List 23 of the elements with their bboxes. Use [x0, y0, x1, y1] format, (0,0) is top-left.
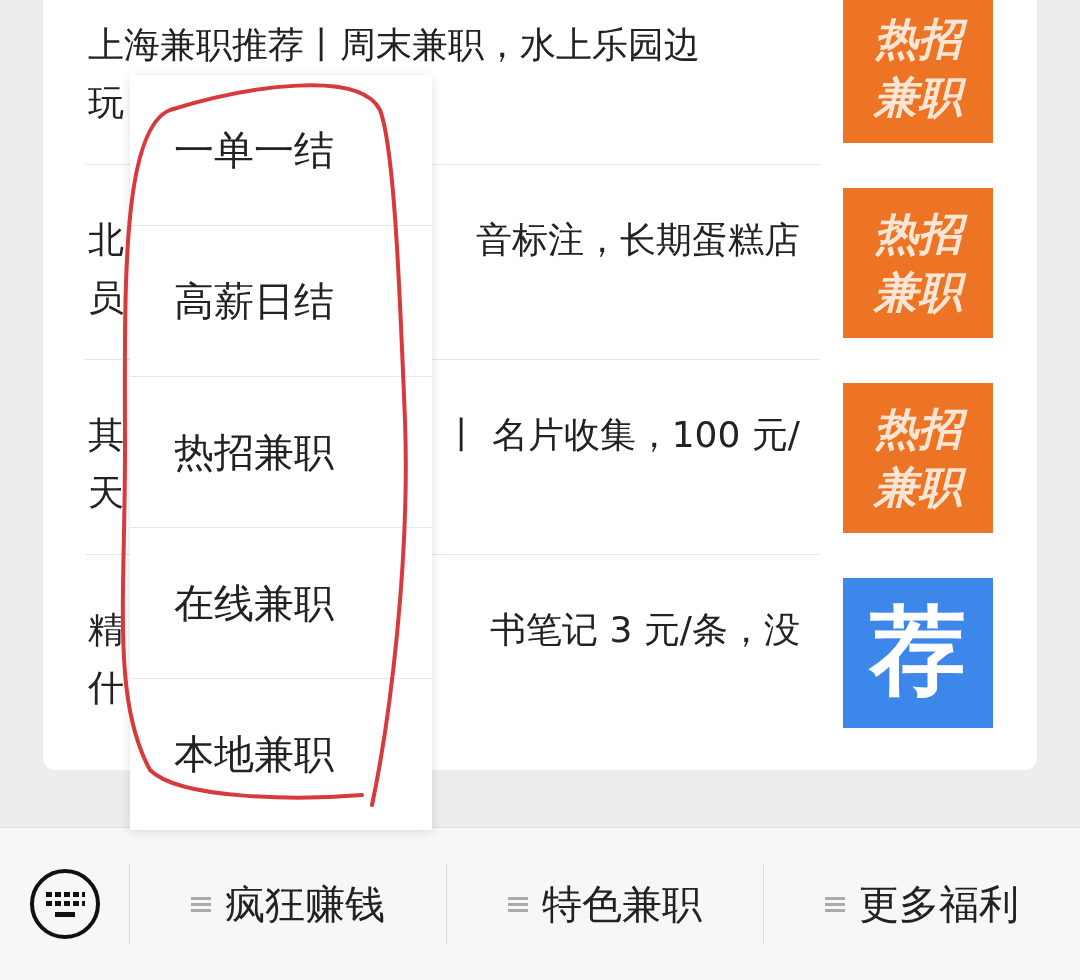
- article-title[interactable]: 员: [88, 269, 124, 327]
- popup-menu-item[interactable]: 高薪日结: [130, 226, 432, 377]
- popup-menu-item[interactable]: 本地兼职: [130, 679, 432, 830]
- popup-menu-item[interactable]: 一单一结: [130, 75, 432, 226]
- article-title[interactable]: 其: [88, 406, 124, 464]
- article-title[interactable]: 北: [88, 211, 124, 269]
- article-title[interactable]: 天: [88, 464, 124, 522]
- article-title[interactable]: 上海兼职推荐丨周末兼职，水上乐园边: [88, 16, 700, 74]
- menu-button[interactable]: 更多福利: [764, 864, 1080, 944]
- menu-button[interactable]: 特色兼职: [447, 864, 764, 944]
- menu-icon: [191, 894, 211, 914]
- article-title[interactable]: 玩: [88, 74, 124, 132]
- article-title[interactable]: 书笔记 3 元/条，没: [490, 601, 800, 659]
- article-title[interactable]: 什: [88, 659, 124, 717]
- article-title[interactable]: 音标注，长期蛋糕店: [476, 211, 800, 269]
- menu-icon: [508, 894, 528, 914]
- article-title[interactable]: 精: [88, 601, 124, 659]
- menu-icon: [825, 894, 845, 914]
- popup-menu-item[interactable]: 在线兼职: [130, 528, 432, 679]
- menu-button[interactable]: 疯狂赚钱: [130, 864, 447, 944]
- article-thumbnail[interactable]: 荐: [843, 577, 993, 728]
- article-title[interactable]: 丨 名片收集，100 元/: [444, 406, 800, 464]
- popup-menu-item[interactable]: 热招兼职: [130, 377, 432, 528]
